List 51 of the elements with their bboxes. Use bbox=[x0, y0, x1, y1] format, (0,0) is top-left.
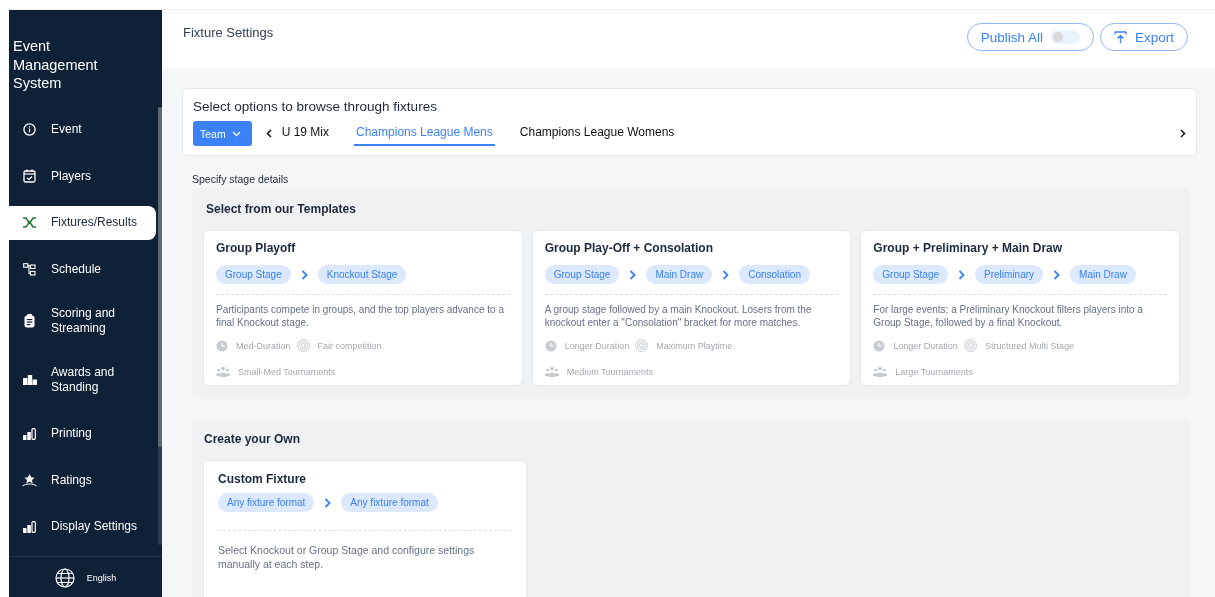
nav-item[interactable]: Ratings bbox=[9, 463, 156, 497]
feature-label: Structured Multi Stage bbox=[984, 340, 1074, 351]
team-dropdown[interactable]: Team bbox=[193, 121, 252, 146]
feature-label: Longer Duration bbox=[893, 340, 958, 351]
feature-label: Med-Duration bbox=[236, 340, 291, 351]
stage-tag: Any fixture format bbox=[218, 493, 315, 512]
card-title: Group Play-Off + Consolation bbox=[544, 241, 714, 255]
feature-label: Medium Tournaments bbox=[566, 366, 654, 377]
publish-all-button[interactable]: Publish All bbox=[966, 23, 1094, 51]
stage-tag: Consolation bbox=[739, 265, 810, 284]
feature-label: Fair competition bbox=[317, 340, 382, 351]
section-title: Select from our Templates bbox=[206, 202, 357, 216]
nav-item[interactable]: Scoring and Streaming bbox=[9, 298, 156, 343]
nav-item[interactable]: Fixtures/Results bbox=[9, 205, 156, 240]
template-card[interactable]: Custom Fixture Any fixture format Any fixture format Select Knockout or Group Stage and configure settings manually at each step. bbox=[203, 460, 527, 597]
nav-item[interactable]: Display Settings bbox=[9, 509, 156, 544]
stage-tag: Any fixture format bbox=[341, 493, 438, 512]
section-label: Specify stage details bbox=[192, 173, 290, 185]
language-label[interactable]: English bbox=[86, 572, 117, 583]
stage-tag: Main Draw bbox=[646, 265, 713, 284]
feature-label: Large Tournaments bbox=[895, 366, 973, 377]
nav-item[interactable]: Event bbox=[9, 112, 156, 147]
card-title: Group + Preliminary + Main Draw bbox=[873, 241, 1064, 255]
template-card[interactable]: Group Playoff Group Stage Knockout Stage Participants compete in groups, and the top players advance to a final Knockout stage. Med-Duration Fair competition Small-Med Tournaments bbox=[203, 230, 523, 386]
nav-item[interactable]: Awards and Standing bbox=[9, 357, 156, 402]
card-description: A group stage followed by a main Knockout. Losers from the knockout enter a "Consolation" bracket for more matches. bbox=[544, 303, 813, 329]
section-title: Select options to browse through fixtures bbox=[193, 99, 438, 114]
feature-label: Maximum Playtime bbox=[656, 340, 733, 351]
tab[interactable]: U 19 Mix bbox=[279, 121, 332, 146]
page-title: Fixture Settings bbox=[183, 25, 274, 40]
tab[interactable]: Champions League Mens bbox=[354, 121, 495, 146]
nav-item[interactable]: Schedule bbox=[9, 252, 156, 286]
feature-label: Longer Duration bbox=[564, 340, 630, 351]
tab[interactable]: Champions League Womens bbox=[517, 121, 677, 146]
stage-tag: Preliminary bbox=[975, 265, 1044, 284]
nav-item[interactable]: Printing bbox=[9, 416, 156, 451]
card-description: Select Knockout or Group Stage and configure settings manually at each step. bbox=[218, 543, 476, 571]
nav-item[interactable]: Players bbox=[9, 159, 156, 193]
stage-tag: Group Stage bbox=[216, 265, 291, 284]
section-title: Create your Own bbox=[204, 432, 302, 446]
card-title: Group Playoff bbox=[216, 241, 297, 255]
stage-tag: Group Stage bbox=[544, 265, 620, 284]
stage-tag: Group Stage bbox=[873, 265, 949, 284]
card-title: Custom Fixture bbox=[218, 472, 307, 486]
card-description: Participants compete in groups, and the top players advance to a final Knockout stage. bbox=[216, 303, 505, 329]
app-title: Event Management System bbox=[12, 37, 99, 93]
feature-label: Small-Med Tournaments bbox=[238, 366, 336, 377]
card-description: For large events: a Preliminary Knockout filters players into a Group Stage, followed by a final Knockout. bbox=[873, 303, 1144, 329]
export-button[interactable]: Export bbox=[1099, 23, 1188, 51]
stage-tag: Knockout Stage bbox=[317, 265, 407, 284]
stage-tag: Main Draw bbox=[1070, 265, 1136, 284]
